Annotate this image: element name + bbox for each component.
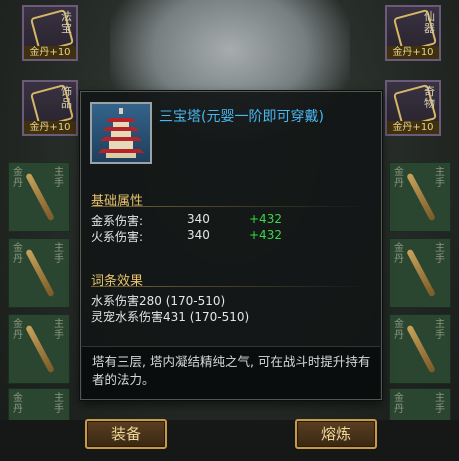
flute-icon [25,172,55,222]
affix-line: 灵宠水系伤害431 (170-510) [91,310,250,324]
divider [91,286,371,287]
item-tooltip: 三宝塔(元婴一阶即可穿戴) 基础属性 金系伤害: 340 +432 火系伤害: … [80,91,382,400]
flute-icon [406,248,436,298]
equip-slot-label: 饰品 [61,85,72,110]
equip-slot-artifact[interactable]: 仙器 金丹+10 [385,5,441,61]
bottom-bar [0,420,459,461]
inventory-cell[interactable]: 金丹 主手 [389,314,451,384]
equip-slot-tag: 金丹+10 [387,46,439,59]
divider [91,206,371,207]
description-box: 塔有三层, 塔内凝结精纯之气, 可在战斗时提升持有者的法力。 [82,346,380,399]
stat-label: 金系伤害: [91,214,144,228]
flute-icon [406,324,436,374]
inventory-cell[interactable]: 金丹 主手 [389,238,451,308]
item-description: 塔有三层, 塔内凝结精纯之气, 可在战斗时提升持有者的法力。 [92,354,371,387]
stat-value: 340 [187,228,210,242]
refine-button[interactable]: 熔炼 [295,419,377,449]
equip-slot-treasure[interactable]: 法宝 金丹+10 [22,5,78,61]
item-title: 三宝塔(元婴一阶即可穿戴) [159,109,324,125]
equip-slot-curio[interactable]: 奇物 金丹+10 [385,80,441,136]
inventory-cell[interactable]: 金丹 主手 [8,314,70,384]
equip-slot-label: 仙器 [424,10,435,35]
flute-icon [406,172,436,222]
inventory-cell[interactable]: 金丹 主手 [389,162,451,232]
stat-bonus: +432 [249,212,282,226]
equip-slot-label: 法宝 [61,10,72,35]
equip-slot-tag: 金丹+10 [387,121,439,134]
pagoda-icon [98,108,144,158]
inventory-cell[interactable]: 金丹 主手 [8,388,70,422]
stat-value: 340 [187,212,210,226]
equip-slot-tag: 金丹+10 [24,121,76,134]
stat-bonus: +432 [249,228,282,242]
equip-button[interactable]: 装备 [85,419,167,449]
equip-slot-ornament[interactable]: 饰品 金丹+10 [22,80,78,136]
stat-label: 火系伤害: [91,230,144,244]
equip-slot-tag: 金丹+10 [24,46,76,59]
equip-slot-label: 奇物 [424,85,435,110]
affix-line: 水系伤害280 (170-510) [91,294,226,308]
inventory-cell[interactable]: 金丹 主手 [8,162,70,232]
flute-icon [25,324,55,374]
inventory-cell[interactable]: 金丹 主手 [8,238,70,308]
flute-icon [25,248,55,298]
inventory-cell[interactable]: 金丹 主手 [389,388,451,422]
item-icon-frame [90,102,152,164]
